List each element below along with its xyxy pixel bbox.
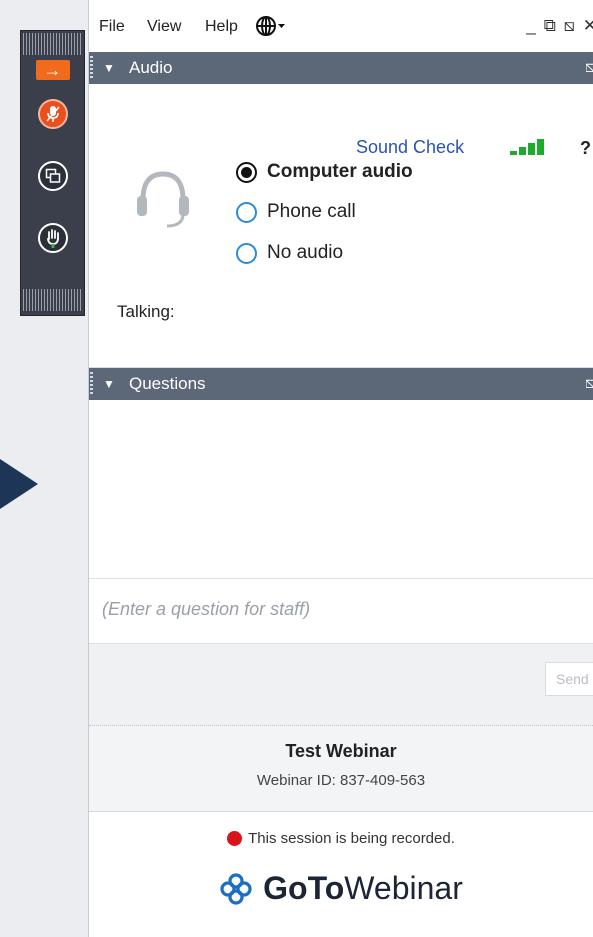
recording-notice: This session is being recorded. [89, 812, 593, 847]
recording-text: This session is being recorded. [248, 830, 455, 847]
collapse-triangle-icon[interactable]: ▼ [103, 368, 115, 400]
toggle-panel-button[interactable]: → [21, 57, 84, 83]
menu-file[interactable]: File [99, 18, 125, 36]
menu-help[interactable]: Help [205, 18, 238, 36]
toolbar-grip-top[interactable] [23, 33, 82, 55]
webinar-id: Webinar ID: 837-409-563 [256, 772, 426, 789]
raise-hand-icon [37, 223, 68, 253]
questions-log[interactable] [89, 400, 593, 578]
popout-button[interactable]: ⧅ [564, 16, 575, 36]
panel-resize-handle[interactable] [89, 716, 593, 726]
question-placeholder: (Enter a question for staff) [102, 599, 311, 619]
close-button[interactable]: ✕ [583, 16, 593, 36]
audio-panel-title: Audio [129, 58, 173, 77]
screen-share-icon [37, 161, 68, 191]
send-button[interactable]: Send [545, 662, 593, 696]
radio-unchecked-icon [236, 201, 257, 223]
gotowebinar-flower-icon [220, 872, 252, 905]
globe-icon[interactable] [255, 15, 287, 43]
toolbar-grip-bottom[interactable] [23, 289, 82, 311]
restore-button[interactable]: ⧉ [544, 16, 556, 36]
arrow-right-icon: → [35, 60, 70, 80]
menu-view[interactable]: View [147, 18, 181, 36]
side-arrow-icon [0, 459, 38, 509]
popout-icon[interactable]: ⧅ [585, 52, 593, 84]
recording-dot-icon [227, 831, 243, 846]
brand-bold: GoTo [263, 870, 345, 906]
mute-button[interactable] [21, 83, 84, 145]
radio-checked-icon [236, 161, 257, 183]
recording-area: This session is being recorded. GoToWebi… [89, 812, 593, 932]
control-toolbar: → [20, 30, 85, 316]
gotowebinar-logo: GoToWebinar [89, 870, 593, 907]
audio-panel-header[interactable]: ▼ Audio ⧅ [89, 52, 593, 84]
collapse-triangle-icon[interactable]: ▼ [103, 52, 115, 84]
headset-icon [137, 171, 189, 228]
talking-label: Talking: [117, 302, 175, 321]
radio-label: Computer audio [267, 161, 413, 182]
help-icon[interactable]: ? [580, 138, 591, 159]
audio-panel-body: Sound Check ? Computer audio Phone call … [89, 84, 593, 368]
raise-hand-button[interactable] [21, 207, 84, 269]
sound-check-link[interactable]: Sound Check [356, 137, 464, 158]
minimize-button[interactable]: _ [526, 16, 535, 36]
microphone-muted-icon [37, 99, 68, 129]
webinar-title: Test Webinar [285, 741, 397, 761]
menu-bar: File View Help _ ⧉ ⧅ ✕ [89, 0, 593, 52]
radio-unchecked-icon [236, 242, 257, 264]
radio-phone-call[interactable]: Phone call [236, 201, 356, 223]
radio-computer-audio[interactable]: Computer audio [236, 161, 413, 183]
popout-icon[interactable]: ⧅ [585, 368, 593, 400]
radio-label: Phone call [267, 201, 356, 222]
screen-share-button[interactable] [21, 145, 84, 207]
questions-panel-title: Questions [129, 374, 206, 393]
radio-no-audio[interactable]: No audio [236, 242, 343, 264]
drag-handle[interactable] [90, 56, 93, 80]
radio-label: No audio [267, 242, 344, 263]
window-controls: _ ⧉ ⧅ ✕ [526, 16, 593, 36]
send-area: Send [89, 644, 593, 716]
question-input[interactable]: (Enter a question for staff) [89, 578, 593, 644]
webinar-window: File View Help _ ⧉ ⧅ ✕ ▼ Audio ⧅ Sound C… [88, 0, 593, 937]
drag-handle[interactable] [90, 372, 93, 396]
signal-strength-icon [510, 139, 544, 155]
webinar-info: Test Webinar Webinar ID: 837-409-563 [89, 726, 593, 812]
questions-panel-header[interactable]: ▼ Questions ⧅ [89, 368, 593, 400]
brand-light: Webinar [344, 870, 463, 906]
